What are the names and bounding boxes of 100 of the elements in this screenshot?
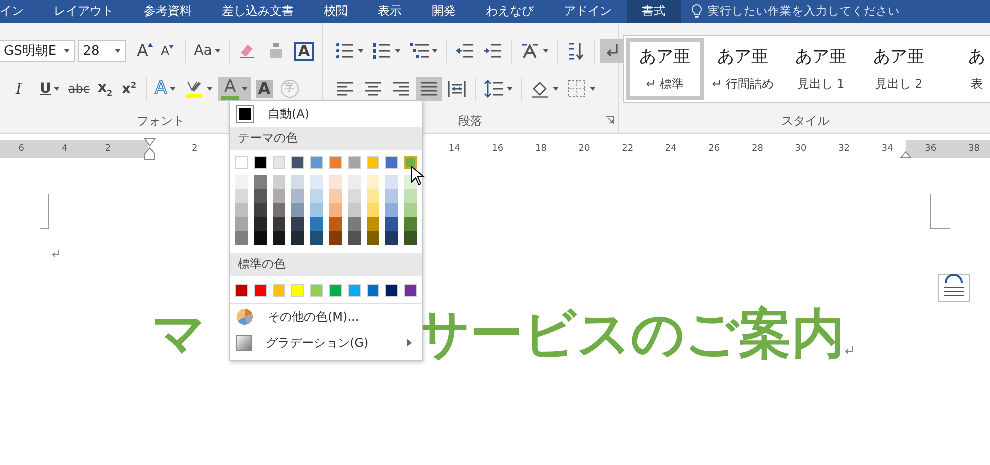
shrink-font-button[interactable]: A [158,39,180,63]
color-swatch[interactable] [348,189,361,203]
color-swatch[interactable] [291,203,304,217]
color-swatch[interactable] [328,189,342,203]
color-swatch[interactable] [254,156,267,169]
ribbon-tab[interactable]: 書式 [627,0,681,23]
color-swatch[interactable] [366,231,380,245]
layout-options-icon[interactable] [938,274,970,302]
color-swatch[interactable] [328,203,342,217]
menu-item[interactable]: その他の色(M)... [230,304,422,330]
color-swatch[interactable] [254,231,267,245]
ribbon-tab[interactable]: 差し込み文書 [207,0,309,23]
color-swatch[interactable] [348,231,361,245]
color-swatch[interactable] [348,175,361,189]
color-swatch[interactable] [404,156,417,169]
color-swatch[interactable] [310,231,323,245]
ribbon-tab[interactable]: レイアウト [39,0,129,23]
color-swatch[interactable] [404,189,417,203]
lightbulb-icon [691,4,703,19]
color-swatch[interactable] [272,189,286,203]
color-swatch[interactable] [385,217,398,231]
color-swatch[interactable] [366,217,380,231]
color-swatch[interactable] [310,156,323,169]
color-swatch[interactable] [254,203,267,217]
color-swatch[interactable] [291,189,304,203]
strike-button[interactable]: abc [65,77,93,101]
italic-button[interactable]: I [13,77,35,101]
color-swatch[interactable] [310,217,323,231]
color-swatch[interactable] [310,203,323,217]
ribbon-tab[interactable]: 参考資料 [129,0,207,23]
color-swatch[interactable] [235,231,248,245]
ribbon-tab[interactable]: わえなび [471,0,549,23]
tell-me-field[interactable]: 実行したい作業を入力してください [681,0,900,23]
indent-marker-icon[interactable] [144,138,156,162]
script-button[interactable]: x$^{2}$ [118,77,141,101]
color-swatch[interactable] [272,284,286,297]
color-swatch[interactable] [310,189,323,203]
color-swatch[interactable] [272,156,286,169]
color-swatch[interactable] [272,217,286,231]
menu-item[interactable]: グラデーション(G) [230,330,422,356]
ribbon-tab[interactable]: 校閲 [309,0,363,23]
color-swatch[interactable] [385,231,398,245]
style-item[interactable]: あア亜 ↵ 標準 [626,38,704,100]
font-name-field[interactable]: GS明朝E [0,40,76,62]
color-swatch[interactable] [254,284,267,297]
change-case-button[interactable]: Aa [191,39,224,63]
color-swatch[interactable] [348,203,361,217]
ribbon-tab[interactable]: 表示 [363,0,417,23]
color-swatch[interactable] [366,175,380,189]
color-swatch[interactable] [235,189,248,203]
color-swatch[interactable] [235,217,248,231]
color-swatch[interactable] [291,217,304,231]
color-swatch[interactable] [385,284,398,297]
color-swatch[interactable] [366,189,380,203]
color-swatch[interactable] [348,217,361,231]
color-swatch[interactable] [291,284,304,297]
font-size-field[interactable]: 28 [78,40,126,62]
color-swatch[interactable] [310,284,323,297]
color-swatch[interactable] [254,217,267,231]
dialog-launcher-icon[interactable] [606,116,614,124]
color-swatch[interactable] [385,189,398,203]
color-swatch[interactable] [348,156,361,169]
grow-font-button[interactable]: A [134,39,156,63]
font-color-button[interactable]: A [218,77,252,101]
underline-button[interactable]: U [37,77,64,101]
color-swatch[interactable] [291,175,304,189]
color-swatch[interactable] [366,284,380,297]
color-swatch[interactable] [235,175,248,189]
color-swatch[interactable] [328,175,342,189]
script-button[interactable]: x$_{2}$ [94,77,117,101]
color-swatch[interactable] [235,284,248,297]
color-swatch[interactable] [291,156,304,169]
color-swatch[interactable] [366,203,380,217]
ribbon-tab[interactable]: イン [0,0,39,23]
color-swatch[interactable] [385,156,398,169]
justify-button[interactable] [416,77,442,101]
ribbon-tab[interactable]: アドイン [549,0,627,23]
color-swatch[interactable] [366,156,380,169]
color-swatch[interactable] [404,217,417,231]
color-swatch[interactable] [254,189,267,203]
color-swatch[interactable] [272,175,286,189]
automatic-color-item[interactable]: 自動(A) [230,101,422,127]
color-swatch[interactable] [385,175,398,189]
color-swatch[interactable] [254,175,267,189]
color-swatch[interactable] [404,203,417,217]
color-swatch[interactable] [328,156,342,169]
color-swatch[interactable] [385,203,398,217]
color-swatch[interactable] [310,175,323,189]
color-swatch[interactable] [235,203,248,217]
color-swatch[interactable] [348,284,361,297]
color-swatch[interactable] [291,231,304,245]
ribbon-tab[interactable]: 開発 [417,0,471,23]
color-swatch[interactable] [328,231,342,245]
color-swatch[interactable] [272,231,286,245]
color-swatch[interactable] [328,284,342,297]
color-swatch[interactable] [272,203,286,217]
color-swatch[interactable] [235,156,248,169]
color-swatch[interactable] [328,217,342,231]
color-swatch[interactable] [404,231,417,245]
color-swatch[interactable] [404,284,417,297]
